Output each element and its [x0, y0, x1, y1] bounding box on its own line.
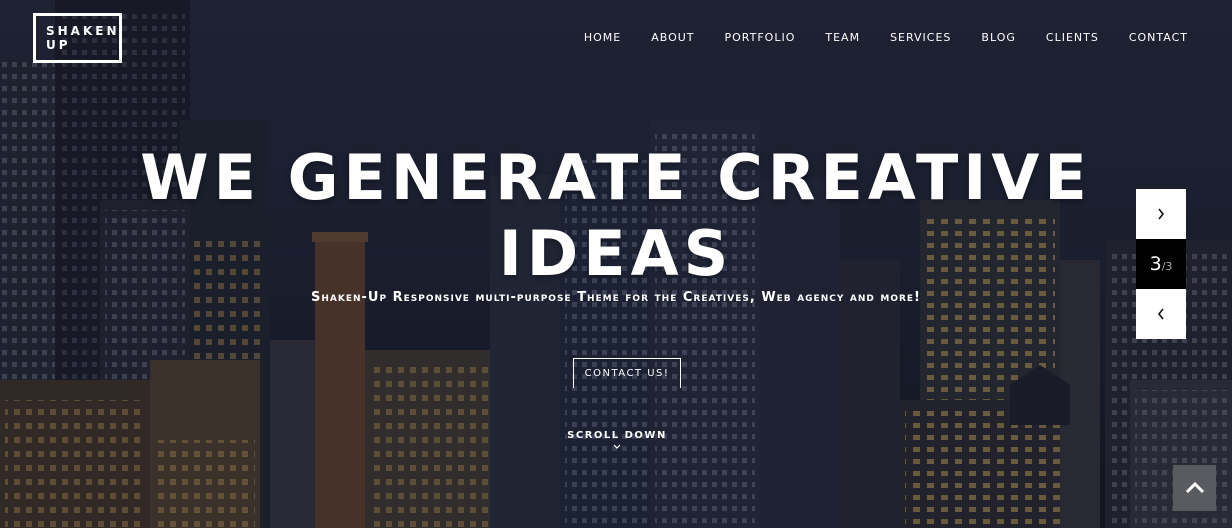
chevron-up-icon [1185, 479, 1205, 498]
contact-us-button[interactable]: CONTACT US! [573, 358, 681, 388]
slide-counter-current: 3 [1149, 253, 1162, 275]
slider-prev-button[interactable] [1136, 289, 1186, 339]
hero-headline-line-2: IDEAS [498, 217, 734, 290]
slide-counter: 3 /3 [1136, 239, 1186, 289]
main-nav: HOME ABOUT PORTFOLIO TEAM SERVICES BLOG … [554, 31, 1188, 44]
chevron-down-icon [567, 443, 667, 453]
nav-item-services[interactable]: SERVICES [890, 31, 951, 44]
chevron-right-icon [1157, 205, 1165, 224]
logo-line-1: SHAKEN [46, 24, 120, 38]
back-to-top-button[interactable] [1173, 465, 1216, 511]
nav-item-blog[interactable]: BLOG [981, 31, 1015, 44]
nav-item-team[interactable]: TEAM [825, 31, 860, 44]
hero-headline-line-1: WE GENERATE CREATIVE [140, 141, 1092, 214]
chevron-left-icon [1157, 305, 1165, 324]
nav-item-contact[interactable]: CONTACT [1129, 31, 1188, 44]
hero-headline: WE GENERATE CREATIVE IDEAS [0, 140, 1232, 292]
nav-item-clients[interactable]: CLIENTS [1046, 31, 1099, 44]
nav-item-portfolio[interactable]: PORTFOLIO [725, 31, 796, 44]
scroll-down-label: SCROLL DOWN [567, 430, 667, 441]
slide-counter-total: /3 [1161, 259, 1173, 273]
nav-item-home[interactable]: HOME [584, 31, 621, 44]
slider-next-button[interactable] [1136, 189, 1186, 239]
slider-controls: 3 /3 [1136, 189, 1186, 339]
logo[interactable]: SHAKEN UP [33, 13, 122, 63]
nav-item-about[interactable]: ABOUT [651, 31, 694, 44]
scroll-down-link[interactable]: SCROLL DOWN [567, 430, 667, 453]
hero-subheadline: Shaken-Up Responsive multi-purpose Theme… [311, 290, 921, 305]
logo-line-2: UP [46, 38, 71, 52]
